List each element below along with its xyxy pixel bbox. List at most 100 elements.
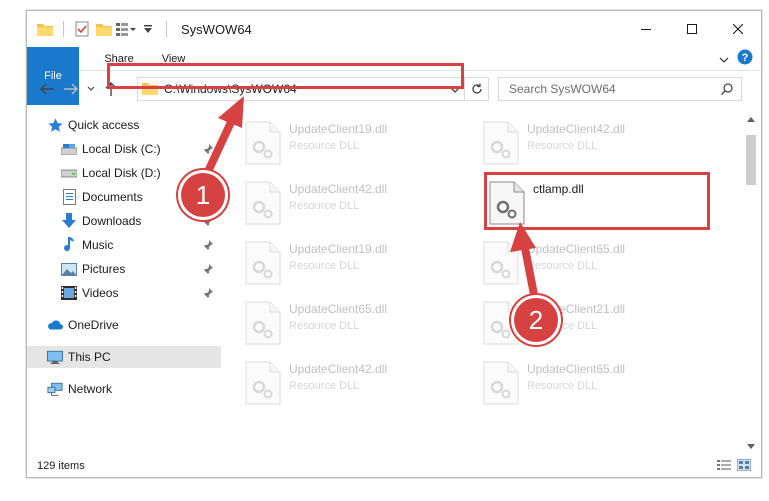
divider [63,21,64,37]
nav-item-music[interactable]: Music [27,234,221,256]
new-folder-icon[interactable] [94,19,114,39]
nav-item-pictures[interactable]: Pictures [27,258,221,280]
file-item[interactable]: UpdateClient21.dll Resource DLL [463,295,691,353]
nav-label: Pictures [82,262,126,276]
quick-access-toolbar [27,11,173,47]
drive-icon [61,141,77,157]
star-icon [47,117,63,133]
step-badge-2: 2 [514,298,558,342]
nav-label: Quick access [68,118,140,132]
file-item[interactable]: UpdateClient65.dll Resource DLL [225,295,453,353]
customize-toolbar-icon[interactable] [138,19,158,39]
scrollbar-thumb[interactable] [746,135,756,185]
svg-text:?: ? [742,52,749,64]
file-item[interactable]: UpdateClient19.dll Resource DLL [225,235,453,293]
close-button[interactable] [715,11,761,47]
ribbon-right: ? [719,47,761,70]
dll-file-icon [483,361,519,407]
forward-button[interactable] [59,77,83,101]
ribbon-tabs: File Home Share View ? [27,47,761,105]
nav-item-onedrive[interactable]: OneDrive [27,314,221,336]
file-type: Resource DLL [527,380,598,392]
folder-icon [35,19,55,39]
search-placeholder: Search SysWOW64 [509,82,616,96]
nav-label: OneDrive [68,318,119,332]
pin-icon [203,287,213,301]
scroll-down-icon[interactable] [747,439,755,453]
pin-icon [203,143,213,157]
file-type: Resource DLL [289,200,360,212]
dll-file-icon [245,301,281,347]
file-name: UpdateClient65.dll [527,242,626,256]
search-icon[interactable] [721,83,733,98]
dll-file-icon [245,361,281,407]
cloud-icon [47,317,63,333]
file-name: UpdateClient19.dll [289,242,388,256]
window-controls [623,11,761,47]
minimize-icon [641,29,651,30]
file-item[interactable]: UpdateClient65.dll Resource DLL [463,235,691,293]
file-item[interactable]: UpdateClient42.dll Resource DLL [463,115,691,173]
tiles-view-icon[interactable] [736,458,752,474]
file-name: UpdateClient42.dll [527,122,626,136]
refresh-icon [471,83,482,94]
file-item[interactable]: UpdateClient42.dll Resource DLL [225,355,453,413]
file-list: UpdateClient19.dll Resource DLL UpdateCli… [225,107,737,457]
item-count: 129 items [37,460,85,472]
dll-file-icon [483,121,519,167]
address-path[interactable]: C:\Windows\SysWOW64 [164,82,297,96]
nav-item-videos[interactable]: Videos [27,282,221,304]
file-item[interactable]: UpdateClient42.dll Resource DLL [225,175,453,233]
search-input[interactable]: Search SysWOW64 [498,77,742,101]
details-view-icon[interactable] [717,459,731,474]
properties-icon[interactable] [72,19,92,39]
recent-locations-button[interactable] [83,77,99,101]
maximize-button[interactable] [669,11,715,47]
help-icon[interactable]: ? [737,49,753,68]
dll-file-icon [483,241,519,287]
view-options-icon[interactable] [116,19,136,39]
file-item[interactable]: UpdateClient65.dll Resource DLL [463,355,691,413]
maximize-icon [687,24,697,34]
nav-item-quick-access[interactable]: Quick access [27,114,221,136]
status-bar: 129 items [27,453,761,477]
nav-item-this-pc[interactable]: This PC [27,346,221,368]
network-icon [47,381,63,397]
up-arrow-icon [105,82,117,96]
address-row: C:\Windows\SysWOW64 Search SysWOW64 [27,72,761,106]
tab-view[interactable]: View [148,47,200,70]
file-name: UpdateClient42.dll [289,182,388,196]
file-type: Resource DLL [289,380,360,392]
back-button[interactable] [35,77,59,101]
file-item-ctlamp[interactable]: ctlamp.dll [487,175,687,233]
nav-label: This PC [68,350,111,364]
forward-arrow-icon [64,83,78,95]
refresh-button[interactable] [464,78,488,100]
dll-file-icon [245,121,281,167]
address-bar[interactable]: C:\Windows\SysWOW64 [137,77,489,101]
dll-file-icon [489,181,525,227]
expand-ribbon-icon[interactable] [719,52,729,66]
videos-icon [61,285,77,301]
file-name: UpdateClient19.dll [289,122,388,136]
pin-icon [203,215,213,229]
nav-label: Local Disk (C:) [82,142,161,156]
title-bar: SysWOW64 [27,11,761,47]
address-dropdown-icon[interactable] [450,83,460,97]
pin-icon [203,239,213,253]
tab-share[interactable]: Share [90,47,147,70]
nav-item-local-disk-c[interactable]: Local Disk (C:) [27,138,221,160]
vertical-scrollbar[interactable] [743,107,759,457]
up-button[interactable] [99,77,123,101]
file-name: UpdateClient42.dll [289,362,388,376]
nav-label: Documents [82,190,143,204]
file-type: Resource DLL [289,140,360,152]
file-type: Resource DLL [289,260,360,272]
minimize-button[interactable] [623,11,669,47]
nav-item-network[interactable]: Network [27,378,221,400]
chevron-down-icon [87,86,95,91]
pc-icon [47,349,63,365]
file-item[interactable]: UpdateClient19.dll Resource DLL [225,115,453,173]
scroll-up-icon[interactable] [747,111,755,125]
dll-file-icon [245,241,281,287]
